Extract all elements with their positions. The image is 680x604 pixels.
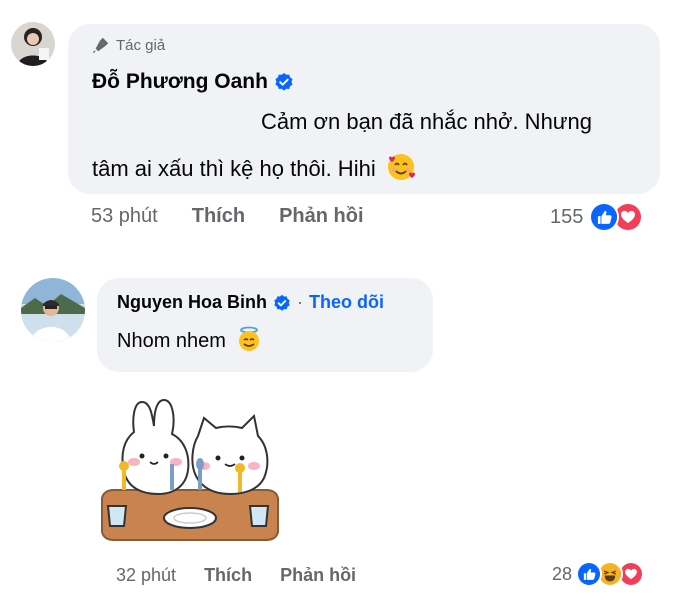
smiling-face-with-halo-icon: [236, 326, 262, 352]
comment-text-line-2-text: tâm ai xấu thì kệ họ thôi. Hihi: [92, 156, 376, 181]
avatar-image: [21, 278, 85, 342]
microphone-icon: [92, 37, 109, 54]
reaction-count[interactable]: 28: [552, 564, 572, 585]
comment-text-line-2: tâm ai xấu thì kệ họ thôi. Hihi: [92, 154, 416, 184]
comment-bubble: Tác giả Đỗ Phương Oanh Cảm ơn bạn đã nhắ…: [68, 24, 660, 194]
like-button[interactable]: Thích: [192, 205, 245, 228]
like-button[interactable]: Thích: [204, 565, 252, 586]
separator-dot: ·: [297, 292, 304, 312]
verified-badge-icon: [273, 294, 291, 312]
bunny-and-cat-sticker-icon: [101, 398, 279, 541]
like-icon: [589, 202, 620, 232]
comment-time[interactable]: 53 phút: [91, 205, 158, 228]
avatar-image: [11, 22, 55, 66]
comment-time[interactable]: 32 phút: [116, 565, 176, 586]
commenter-name-text[interactable]: Nguyen Hoa Binh: [117, 292, 267, 313]
reply-button[interactable]: Phản hồi: [280, 565, 356, 586]
commenter-name[interactable]: Đỗ Phương Oanh: [92, 70, 294, 94]
reaction-summary[interactable]: 155: [550, 202, 644, 232]
comment-text-content: Nhom nhem: [117, 330, 226, 352]
reaction-count[interactable]: 155: [550, 206, 583, 229]
comment-text-line-1: Cảm ơn bạn đã nhắc nhở. Nhưng: [261, 109, 592, 134]
author-badge: Tác giả: [92, 36, 165, 54]
comment-actions: 53 phút Thích Phản hồi: [91, 205, 364, 228]
author-badge-label: Tác giả: [116, 36, 166, 54]
reply-button[interactable]: Phản hồi: [279, 205, 363, 228]
smiling-face-with-hearts-icon: [386, 152, 416, 182]
like-icon: [576, 561, 603, 587]
commenter-name-text[interactable]: Đỗ Phương Oanh: [92, 70, 268, 94]
sticker[interactable]: [98, 392, 282, 544]
avatar[interactable]: [21, 278, 85, 342]
comment-bubble: Nguyen Hoa Binh · Theo dõi Nhom nhem: [97, 278, 433, 372]
verified-badge-icon: [274, 72, 294, 92]
commenter-name[interactable]: Nguyen Hoa Binh · Theo dõi: [117, 292, 384, 313]
follow-button[interactable]: Theo dõi: [309, 292, 384, 313]
avatar[interactable]: [11, 22, 55, 66]
comment-text: Nhom nhem: [117, 326, 262, 353]
comment-actions: 32 phút Thích Phản hồi: [116, 565, 356, 586]
reaction-summary[interactable]: 28: [552, 561, 645, 587]
